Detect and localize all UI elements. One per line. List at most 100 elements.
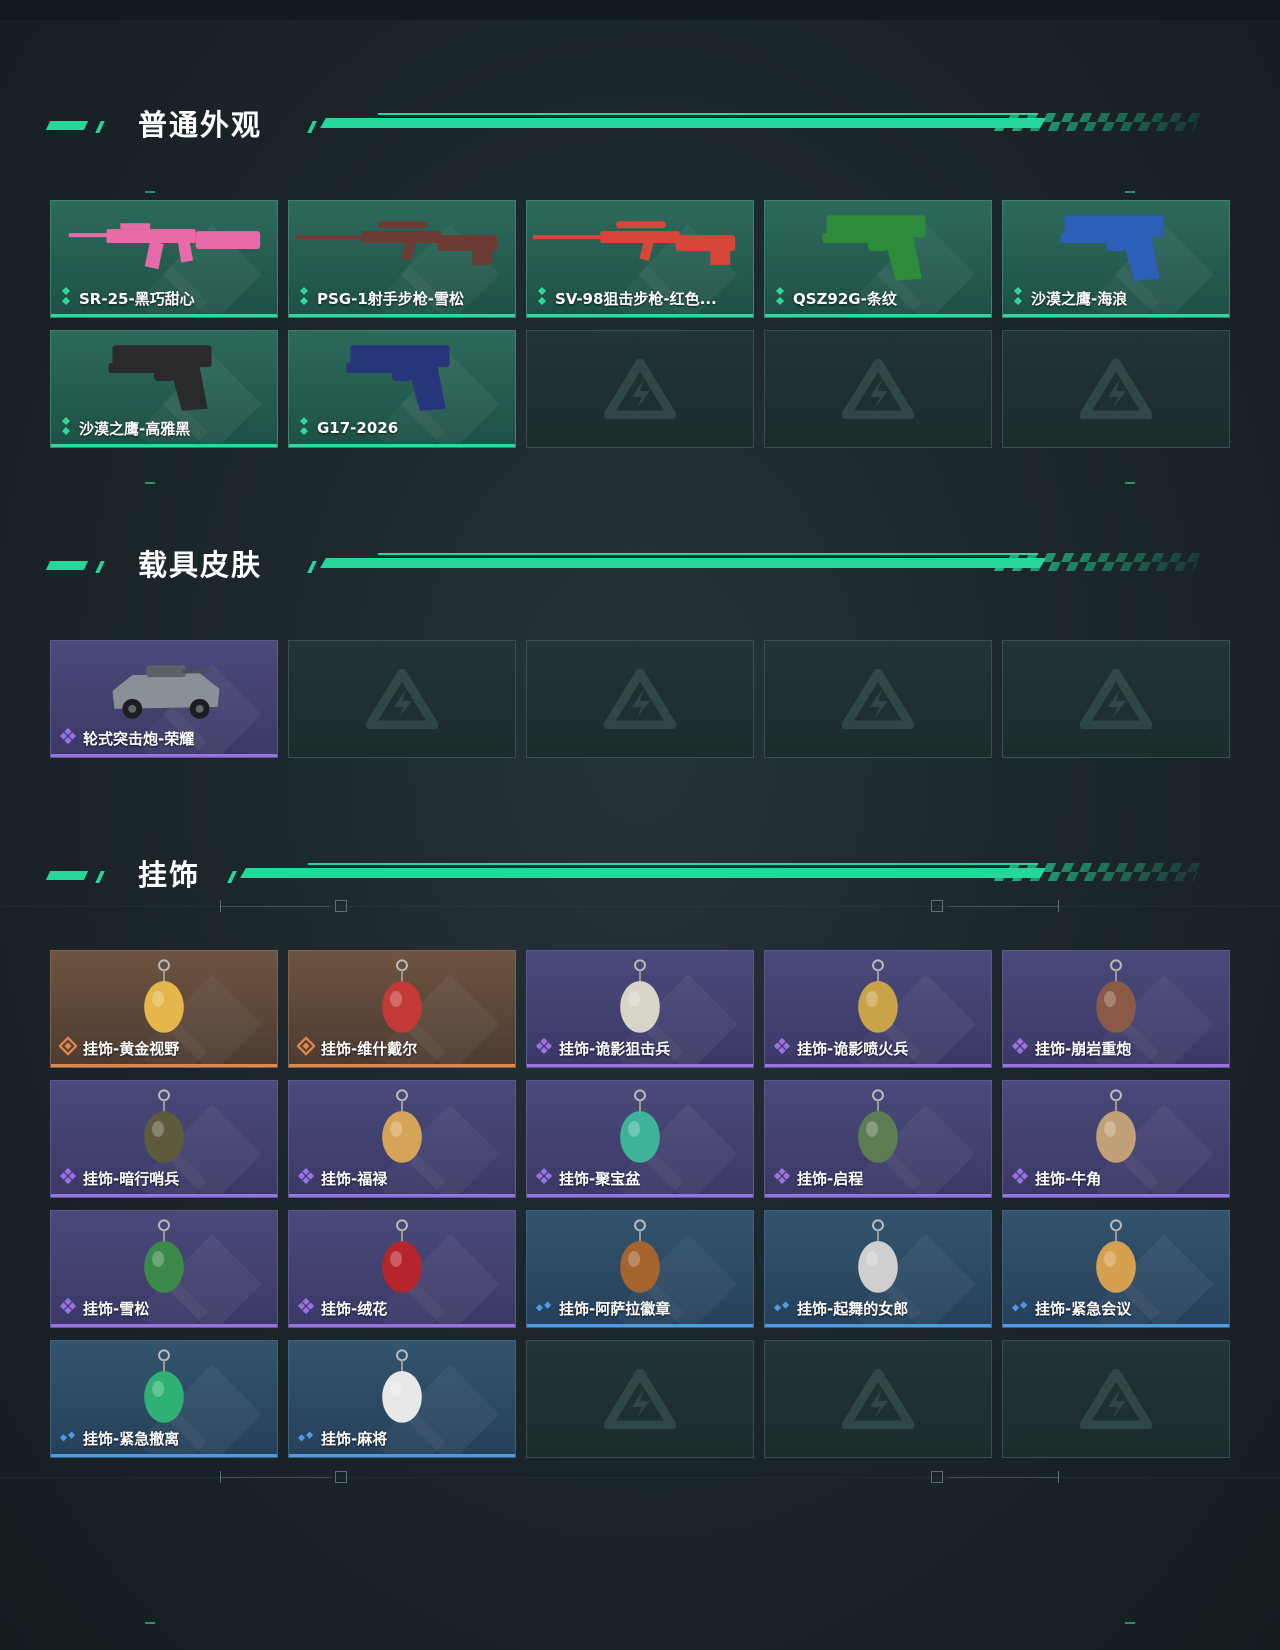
item-card[interactable]: SV-98狙击步枪-红色... (526, 200, 754, 318)
rarity-bar (51, 314, 277, 317)
header-line (320, 558, 1046, 568)
empty-slot (1002, 330, 1230, 448)
item-name: 挂饰-崩岩重炮 (1035, 1039, 1132, 1058)
item-card[interactable]: 挂饰-崩岩重炮 (1002, 950, 1230, 1068)
item-name: 挂饰-诡影喷火兵 (797, 1039, 909, 1058)
delta-logo-icon (604, 669, 676, 729)
item-name: 沙漠之鹰-高雅黑 (79, 419, 191, 438)
header-accent-slash (227, 871, 237, 883)
rarity-bar (289, 1194, 515, 1197)
item-name: 挂饰-紧急撤离 (83, 1429, 180, 1448)
rarity-icon (59, 1296, 77, 1320)
item-card[interactable]: 挂饰-黄金视野 (50, 950, 278, 1068)
rarity-bar (51, 754, 277, 757)
hud-mark (145, 191, 155, 193)
rarity-bar (51, 1454, 277, 1457)
item-label-row: 沙漠之鹰-高雅黑 (59, 416, 190, 440)
header-accent-slash (307, 561, 317, 573)
item-label-row: 挂饰-诡影喷火兵 (773, 1036, 908, 1060)
item-card[interactable]: 挂饰-启程 (764, 1080, 992, 1198)
header-line (320, 118, 1046, 128)
item-card[interactable]: 沙漠之鹰-高雅黑 (50, 330, 278, 448)
header-checker-pattern (993, 113, 1203, 131)
hud-mark (145, 482, 155, 484)
delta-logo-icon (604, 1369, 676, 1429)
rarity-icon (297, 1426, 315, 1450)
item-label-row: QSZ92G-条纹 (773, 286, 897, 310)
item-card[interactable]: 挂饰-绒花 (288, 1210, 516, 1328)
rarity-bar (527, 1324, 753, 1327)
item-card[interactable]: 挂饰-牛角 (1002, 1080, 1230, 1198)
item-name: 轮式突击炮-荣耀 (83, 729, 195, 748)
rarity-icon (59, 416, 73, 440)
item-name: 挂饰-启程 (797, 1169, 864, 1188)
rarity-bar (527, 1064, 753, 1067)
hud-line (0, 1477, 1280, 1478)
rarity-bar (765, 1324, 991, 1327)
item-card[interactable]: PSG-1射手步枪-雪松 (288, 200, 516, 318)
item-card[interactable]: 挂饰-维什戴尔 (288, 950, 516, 1068)
item-card[interactable]: 挂饰-紧急撤离 (50, 1340, 278, 1458)
delta-logo-icon (842, 359, 914, 419)
item-card[interactable]: 挂饰-起舞的女郎 (764, 1210, 992, 1328)
delta-logo-icon (842, 1369, 914, 1429)
rarity-bar (765, 1064, 991, 1067)
hud-mark (1125, 482, 1135, 484)
item-label-row: 挂饰-崩岩重炮 (1011, 1036, 1131, 1060)
empty-slot (764, 1340, 992, 1458)
item-card[interactable]: 沙漠之鹰-海浪 (1002, 200, 1230, 318)
item-card[interactable]: 挂饰-福禄 (288, 1080, 516, 1198)
hud-mark (145, 1622, 155, 1624)
item-label-row: 挂饰-雪松 (59, 1296, 149, 1320)
rarity-bar (289, 1454, 515, 1457)
rarity-bar (1003, 314, 1229, 317)
item-card[interactable]: 挂饰-诡影喷火兵 (764, 950, 992, 1068)
rarity-bar (51, 1324, 277, 1327)
rarity-bar (289, 1324, 515, 1327)
item-label-row: 挂饰-启程 (773, 1166, 863, 1190)
rarity-icon (59, 1166, 77, 1190)
rarity-icon (773, 1036, 791, 1060)
empty-slot (1002, 640, 1230, 758)
item-label-row: PSG-1射手步枪-雪松 (297, 286, 464, 310)
item-name: 挂饰-紧急会议 (1035, 1299, 1132, 1318)
empty-slot (288, 640, 516, 758)
weapon-skins-grid: SR-25-黑巧甜心 PSG-1射手步枪-雪松 SV-98狙击步枪-红色... … (50, 200, 1230, 448)
rarity-icon (297, 1296, 315, 1320)
rarity-bar (1003, 1194, 1229, 1197)
item-card[interactable]: SR-25-黑巧甜心 (50, 200, 278, 318)
header-accent-slash (95, 561, 105, 573)
item-label-row: 挂饰-牛角 (1011, 1166, 1101, 1190)
item-card[interactable]: G17-2026 (288, 330, 516, 448)
item-card[interactable]: 挂饰-聚宝盆 (526, 1080, 754, 1198)
item-card[interactable]: QSZ92G-条纹 (764, 200, 992, 318)
item-card[interactable]: 挂饰-麻将 (288, 1340, 516, 1458)
item-label-row: 挂饰-阿萨拉徽章 (535, 1296, 670, 1320)
rarity-icon (1011, 286, 1025, 310)
header-accent-bar (45, 871, 89, 880)
rarity-bar (51, 1064, 277, 1067)
item-name: 挂饰-阿萨拉徽章 (559, 1299, 671, 1318)
rarity-bar (1003, 1064, 1229, 1067)
rarity-icon (773, 1166, 791, 1190)
section-title: 载具皮肤 (138, 548, 263, 582)
section-header-charms: 挂饰 (45, 855, 1208, 895)
header-accent-slash (95, 121, 105, 133)
hud-mark (1125, 191, 1135, 193)
item-card[interactable]: 轮式突击炮-荣耀 (50, 640, 278, 758)
rarity-icon (59, 726, 77, 750)
item-card[interactable]: 挂饰-暗行哨兵 (50, 1080, 278, 1198)
rarity-icon (59, 1426, 77, 1450)
header-accent-bar (45, 561, 89, 570)
item-card[interactable]: 挂饰-诡影狙击兵 (526, 950, 754, 1068)
header-accent-slash (307, 121, 317, 133)
header-accent-slash (95, 871, 105, 883)
item-card[interactable]: 挂饰-紧急会议 (1002, 1210, 1230, 1328)
vehicle-skins-grid: 轮式突击炮-荣耀 (50, 640, 1230, 758)
header-checker-pattern (993, 863, 1203, 881)
hud-line (0, 906, 1280, 907)
item-name: 挂饰-绒花 (321, 1299, 388, 1318)
item-card[interactable]: 挂饰-雪松 (50, 1210, 278, 1328)
item-card[interactable]: 挂饰-阿萨拉徽章 (526, 1210, 754, 1328)
item-name: 挂饰-暗行哨兵 (83, 1169, 180, 1188)
